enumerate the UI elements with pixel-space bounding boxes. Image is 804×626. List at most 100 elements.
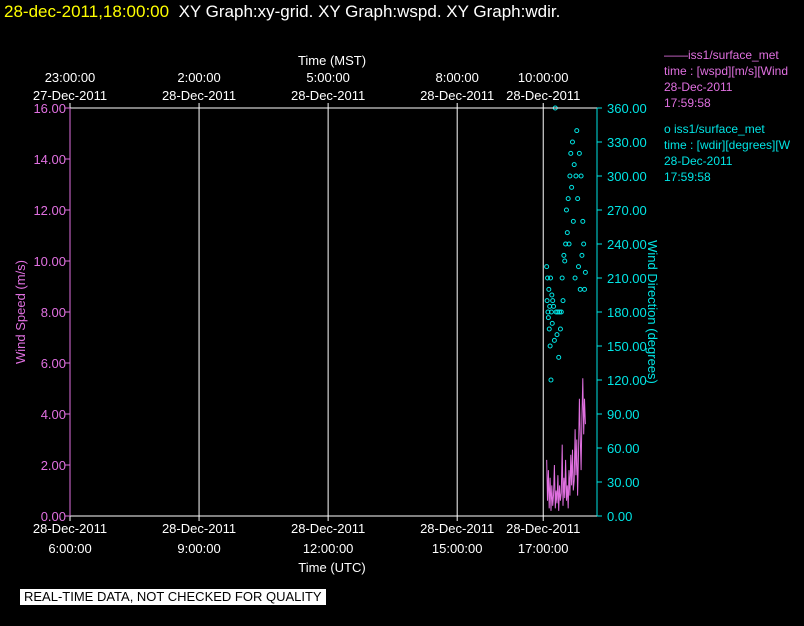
y-tick-left-label: 6.00 [41,356,66,371]
x-tick-bottom-date: 28-Dec-2011 [506,521,580,536]
header-title: XY Graph:xy-grid. XY Graph:wspd. XY Grap… [178,2,561,21]
y-tick-left-label: 10.00 [33,254,66,269]
header-timestamp: 28-dec-2011,18:00:00 [4,2,170,21]
x-tick-top-date: 28-Dec-2011 [420,88,494,103]
series-wdir-point [546,286,552,292]
x-tick-bottom-time: 9:00:00 [177,541,220,556]
series-wdir-point [569,184,575,190]
legend-wdir-line3: 17:59:58 [664,170,711,184]
legend-wspd-line2: 28-Dec-2011 [664,80,733,94]
y-tick-right-label: 240.00 [607,237,647,252]
y-tick-left-label: 8.00 [41,305,66,320]
legend-wdir-line1: time : [wdir][degrees][W [664,138,791,152]
series-wdir-point [567,173,573,179]
series-wdir-point [574,128,580,134]
y-axis-left-title: Wind Speed (m/s) [13,260,28,364]
series-wdir-point [546,326,552,332]
y-tick-right-label: 270.00 [607,203,647,218]
y-tick-right-label: 360.00 [607,101,647,116]
series-wdir-point [557,326,563,332]
x-axis-bottom-title: Time (UTC) [298,560,365,575]
series-wdir-point [545,315,551,321]
y-tick-right-label: 120.00 [607,373,647,388]
series-wdir-point [570,218,576,224]
series-wdir-point [565,196,571,202]
series-wdir-point [576,150,582,156]
series-wdir-point [560,298,566,304]
series-wdir-point [547,343,553,349]
series-wdir-point [575,196,581,202]
series-wdir-point [568,150,574,156]
series-wdir-point [577,286,583,292]
series-wdir-point [578,173,584,179]
legend-wspd-line1: time : [wspd][m/s][Wind [664,64,789,78]
y-tick-right-label: 90.00 [607,407,640,422]
x-tick-top-time: 5:00:00 [306,70,349,85]
series-wdir-point [564,230,570,236]
series-wdir-point [580,218,586,224]
y-tick-left-label: 16.00 [33,101,66,116]
x-tick-top-date: 28-Dec-2011 [506,88,580,103]
x-tick-bottom-time: 15:00:00 [432,541,483,556]
series-wdir-point [582,269,588,275]
axes [65,103,602,521]
legend-wspd-name: ——iss1/surface_met [664,48,779,62]
series-wdir-point [582,286,588,292]
y-tick-right-label: 60.00 [607,441,640,456]
x-tick-top-date: 28-Dec-2011 [291,88,365,103]
series-wdir-point [559,275,565,281]
disclaimer-banner: REAL-TIME DATA, NOT CHECKED FOR QUALITY [20,589,326,605]
series-wdir-point [544,264,550,270]
y-tick-right-label: 30.00 [607,475,640,490]
x-tick-bottom-date: 28-Dec-2011 [420,521,494,536]
series-wdir-point [554,332,560,338]
series-wspd-line [546,378,586,511]
y-tick-left-label: 12.00 [33,203,66,218]
x-axis-top-title: Time (MST) [298,53,366,68]
header: 28-dec-2011,18:00:00 XY Graph:xy-grid. X… [4,2,560,22]
series-wdir-point [569,139,575,145]
y-tick-right-label: 210.00 [607,271,647,286]
y-tick-right-label: 300.00 [607,169,647,184]
series-wdir-point [562,258,568,264]
series-wdir-point [561,252,567,258]
series-wdir-point [571,162,577,168]
series-wdir-point [551,337,557,343]
series-wdir-point [563,207,569,213]
series-layer [544,105,588,511]
x-tick-bottom-time: 12:00:00 [303,541,354,556]
legend-wspd-line3: 17:59:58 [664,96,711,110]
legend-wdir: o iss1/surface_met time : [wdir][degrees… [664,121,804,185]
x-tick-top-time: 8:00:00 [435,70,478,85]
series-wdir-point [550,298,556,304]
legend-wdir-name: o iss1/surface_met [664,122,765,136]
x-tick-bottom-time: 6:00:00 [48,541,91,556]
legend-wdir-line2: 28-Dec-2011 [664,154,733,168]
x-tick-top-time: 23:00:00 [45,70,96,85]
y-tick-left-label: 4.00 [41,407,66,422]
x-tick-bottom-date: 28-Dec-2011 [291,521,365,536]
x-tick-bottom-date: 28-Dec-2011 [162,521,236,536]
y-tick-right-label: 0.00 [607,509,632,524]
x-tick-top-date: 28-Dec-2011 [162,88,236,103]
series-wdir-point [556,354,562,360]
y-tick-left-label: 14.00 [33,152,66,167]
series-wdir-point [549,292,555,298]
y-tick-right-label: 330.00 [607,135,647,150]
series-wdir-point [573,173,579,179]
x-tick-bottom-time: 17:00:00 [518,541,569,556]
series-wdir-point [544,298,550,304]
grid [198,108,544,516]
y-axis-right-title: Wind Direction (degrees) [645,240,660,384]
y-tick-right-label: 150.00 [607,339,647,354]
series-wdir-point [576,264,582,270]
y-tick-left-label: 0.00 [41,509,66,524]
legend-wspd: ——iss1/surface_met time : [wspd][m/s][Wi… [664,47,804,111]
x-tick-top-time: 2:00:00 [177,70,220,85]
series-wdir-point [579,252,585,258]
series-wdir-point [549,320,555,326]
x-tick-top-time: 10:00:00 [518,70,569,85]
y-tick-right-label: 180.00 [607,305,647,320]
y-tick-left-label: 2.00 [41,458,66,473]
series-wdir-point [548,377,554,383]
